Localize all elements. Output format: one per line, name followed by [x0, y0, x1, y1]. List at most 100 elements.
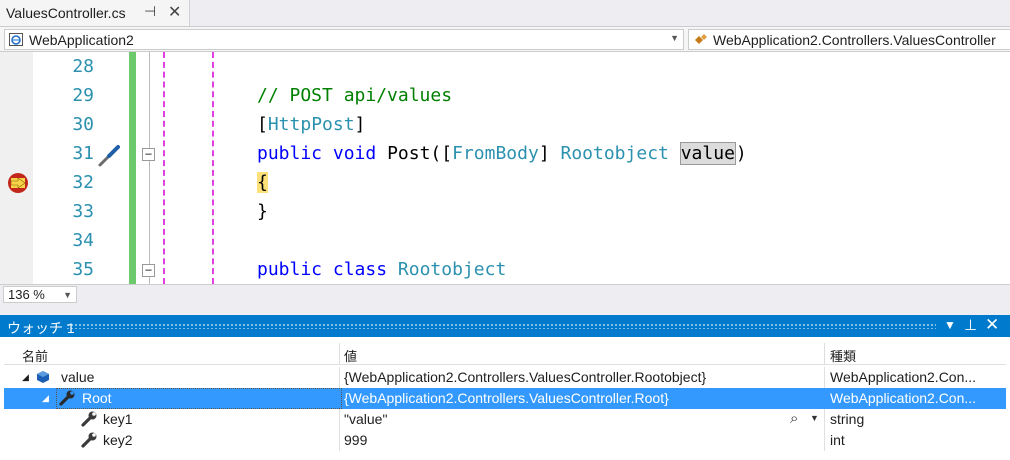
- drag-grip[interactable]: [66, 323, 936, 329]
- indent-guide: [163, 52, 165, 284]
- watch-title: ウォッチ 1: [7, 320, 75, 336]
- class-icon: [695, 34, 707, 44]
- line-number: 35: [72, 259, 94, 280]
- watch-panel: ウォッチ 1 ▼ ⊥ ✕ 名前 値 種類 ◢ value {WebApplica…: [0, 315, 1010, 460]
- watch-value[interactable]: {WebApplication2.Controllers.ValuesContr…: [344, 390, 822, 406]
- chevron-down-icon: ▼: [63, 290, 72, 300]
- code-attribute: FromBody: [452, 143, 539, 164]
- line-number: 34: [72, 230, 94, 251]
- code-keyword: void: [332, 143, 377, 164]
- code-type: Rootobject: [397, 259, 507, 280]
- code-brace: }: [257, 201, 268, 222]
- collapse-icon[interactable]: −: [142, 148, 155, 161]
- tab-title: ValuesController.cs: [6, 5, 126, 21]
- code-brace-current: {: [257, 172, 268, 193]
- watch-name: Root: [82, 390, 112, 406]
- code-line-30: [HttpPost]: [257, 114, 365, 135]
- document-tab-strip: ValuesController.cs ⊣ ✕: [0, 0, 1010, 26]
- code-line-33: }: [257, 201, 268, 222]
- cell-divider: [824, 409, 825, 430]
- watch-type: WebApplication2.Con...: [830, 369, 977, 385]
- expand-triangle-icon[interactable]: ◢: [22, 372, 29, 383]
- project-dropdown-label: WebApplication2: [29, 32, 134, 48]
- watch-value[interactable]: {WebApplication2.Controllers.ValuesContr…: [344, 369, 822, 385]
- change-tracking-bar: [129, 52, 136, 284]
- code-method: Post([: [387, 143, 453, 164]
- code-keyword: public: [257, 259, 323, 280]
- cell-divider: [824, 367, 825, 388]
- expand-triangle-icon[interactable]: ◢: [42, 393, 49, 404]
- line-number: 28: [72, 56, 94, 77]
- watch-value[interactable]: "value": [344, 411, 784, 427]
- chevron-down-icon: ▼: [670, 33, 679, 43]
- close-icon[interactable]: ✕: [985, 315, 999, 335]
- wrench-icon: [81, 432, 97, 448]
- watch-name: key1: [103, 411, 133, 427]
- class-dropdown-label: WebApplication2.Controllers.ValuesContro…: [713, 32, 996, 48]
- cube-icon: [37, 371, 49, 383]
- screwdriver-icon[interactable]: [96, 142, 122, 168]
- code-punct: ]: [538, 143, 561, 164]
- class-dropdown[interactable]: WebApplication2.Controllers.ValuesContro…: [688, 29, 1010, 50]
- watch-value[interactable]: 999: [344, 432, 822, 448]
- magnifier-icon[interactable]: ⌕: [790, 410, 798, 427]
- column-value-header[interactable]: 値: [344, 346, 357, 365]
- code-keyword: class: [332, 259, 388, 280]
- code-line-32: {: [257, 172, 268, 193]
- code-line-31: public void Post([FromBody] Rootobject v…: [257, 142, 747, 165]
- close-icon[interactable]: ✕: [168, 2, 181, 22]
- wrench-icon: [59, 390, 75, 406]
- code-editor[interactable]: 28 29 30 31 32 33 34 35 − − // POST api/…: [0, 52, 1010, 284]
- chevron-down-icon[interactable]: ▼: [944, 318, 956, 332]
- code-punct: ): [735, 143, 747, 164]
- line-number: 31: [72, 143, 94, 164]
- column-type-header[interactable]: 種類: [830, 346, 856, 365]
- code-line-35: public class Rootobject: [257, 259, 506, 280]
- line-number: 32: [72, 172, 94, 193]
- watch-row-key1[interactable]: key1 "value" ⌕ ▼ string: [4, 409, 1006, 430]
- column-name-header[interactable]: 名前: [22, 346, 48, 365]
- code-comment: // POST api/values: [257, 85, 453, 106]
- pin-icon[interactable]: ⊣: [144, 3, 156, 20]
- column-divider[interactable]: [339, 343, 340, 364]
- glyph-margin[interactable]: [0, 52, 33, 284]
- chevron-down-icon[interactable]: ▼: [810, 413, 819, 423]
- cell-divider: [824, 430, 825, 451]
- indent-guide: [212, 52, 214, 284]
- watch-type: int: [830, 432, 845, 448]
- code-line-29: // POST api/values: [257, 85, 452, 106]
- outline-line: [149, 52, 150, 284]
- code-param-highlight[interactable]: value: [679, 142, 736, 165]
- pin-icon[interactable]: ⊥: [964, 316, 977, 334]
- project-icon: [9, 33, 23, 46]
- code-punct: ]: [354, 114, 366, 135]
- line-number: 29: [72, 85, 94, 106]
- watch-name: value: [61, 369, 95, 385]
- cell-divider: [339, 367, 340, 388]
- wrench-icon: [81, 411, 97, 427]
- watch-row-root[interactable]: ◢ Root {WebApplication2.Controllers.Valu…: [4, 388, 1006, 409]
- column-divider[interactable]: [824, 343, 825, 364]
- watch-row-key2[interactable]: key2 999 int: [4, 430, 1006, 451]
- watch-name: key2: [103, 432, 133, 448]
- tab-values-controller[interactable]: ValuesController.cs ⊣ ✕: [0, 0, 190, 26]
- watch-column-header: 名前 値 種類: [4, 343, 1006, 365]
- code-attribute: HttpPost: [267, 114, 355, 135]
- cell-divider: [339, 430, 340, 451]
- breakpoint-arrow-icon: [11, 178, 25, 188]
- line-number: 33: [72, 201, 94, 222]
- watch-row-value[interactable]: ◢ value {WebApplication2.Controllers.Val…: [4, 367, 1006, 388]
- line-number: 30: [72, 114, 94, 135]
- zoom-bar: 136 % ▼: [0, 284, 1010, 304]
- watch-title-bar[interactable]: ウォッチ 1 ▼ ⊥ ✕: [0, 315, 1010, 337]
- zoom-dropdown[interactable]: 136 % ▼: [3, 286, 77, 303]
- collapse-icon[interactable]: −: [142, 264, 155, 277]
- project-dropdown[interactable]: WebApplication2 ▼: [4, 29, 684, 50]
- code-punct: [: [257, 114, 268, 135]
- zoom-value: 136 %: [8, 287, 45, 302]
- code-keyword: public: [257, 143, 323, 164]
- cell-divider: [339, 409, 340, 430]
- code-type: Rootobject: [560, 143, 669, 164]
- navigation-bar: WebApplication2 ▼ WebApplication2.Contro…: [0, 26, 1010, 52]
- watch-type: string: [830, 411, 865, 427]
